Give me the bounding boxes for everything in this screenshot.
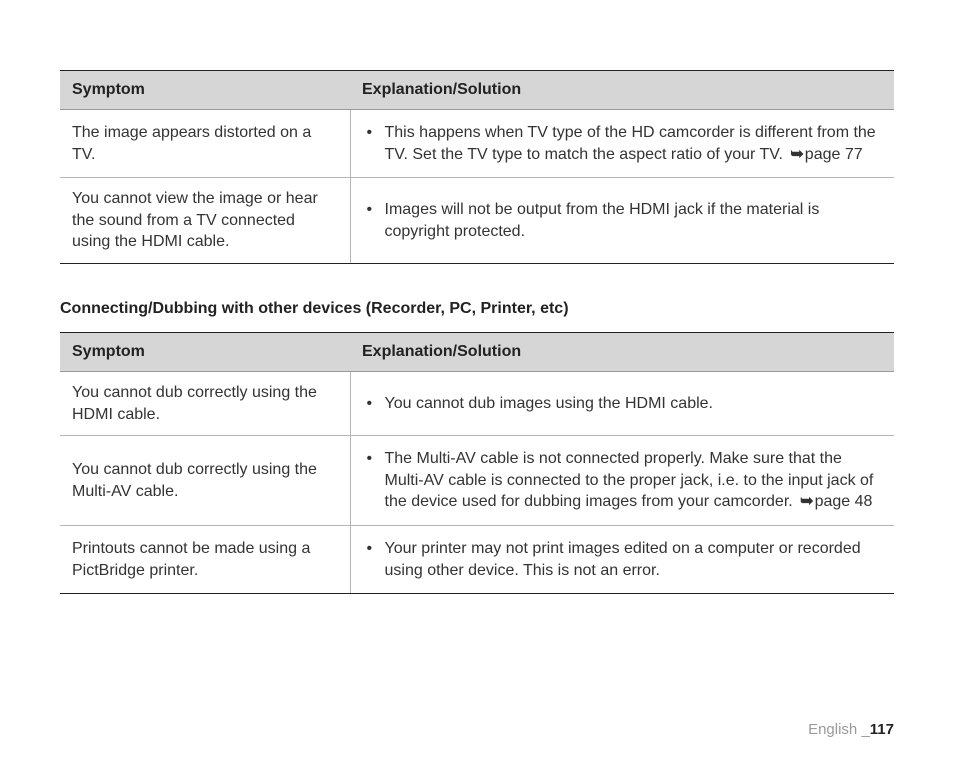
table-row: You cannot dub correctly using the Multi… [60,436,894,526]
table-row: The image appears distorted on a TV. Thi… [60,110,894,178]
col-header-symptom: Symptom [60,71,350,110]
manual-page: Symptom Explanation/Solution The image a… [0,0,954,766]
symptom-cell: You cannot view the image or hear the so… [60,178,350,264]
list-item: This happens when TV type of the HD camc… [367,122,883,165]
symptom-cell: Printouts cannot be made using a PictBri… [60,525,350,593]
col-header-symptom: Symptom [60,332,350,371]
bullet-text: You cannot dub images using the HDMI cab… [385,395,714,412]
page-footer: English _117 [808,721,894,738]
col-header-explanation: Explanation/Solution [350,332,894,371]
list-item: You cannot dub images using the HDMI cab… [367,393,883,415]
symptom-cell: You cannot dub correctly using the HDMI … [60,371,350,435]
symptom-cell: You cannot dub correctly using the Multi… [60,436,350,526]
bullet-text: Images will not be output from the HDMI … [385,201,820,240]
list-item: Images will not be output from the HDMI … [367,199,883,242]
explanation-cell: Images will not be output from the HDMI … [350,178,894,264]
explanation-cell: You cannot dub images using the HDMI cab… [350,371,894,435]
troubleshooting-table-2: Symptom Explanation/Solution You cannot … [60,332,894,594]
symptom-cell: The image appears distorted on a TV. [60,110,350,178]
footer-language: English [808,721,861,738]
page-ref: page 77 [805,146,863,163]
table-header-row: Symptom Explanation/Solution [60,71,894,110]
table-header-row: Symptom Explanation/Solution [60,332,894,371]
page-ref: page 48 [815,493,873,510]
troubleshooting-table-1: Symptom Explanation/Solution The image a… [60,70,894,264]
list-item: The Multi-AV cable is not connected prop… [367,448,883,513]
explanation-cell: The Multi-AV cable is not connected prop… [350,436,894,526]
list-item: Your printer may not print images edited… [367,538,883,581]
footer-separator: _ [861,721,869,738]
section-heading: Connecting/Dubbing with other devices (R… [60,300,894,318]
bullet-text: Your printer may not print images edited… [385,540,861,579]
table-row: Printouts cannot be made using a PictBri… [60,525,894,593]
page-ref-arrow-icon: ➥ [800,491,813,513]
col-header-explanation: Explanation/Solution [350,71,894,110]
explanation-cell: This happens when TV type of the HD camc… [350,110,894,178]
explanation-cell: Your printer may not print images edited… [350,525,894,593]
table-row: You cannot view the image or hear the so… [60,178,894,264]
footer-page-number: 117 [870,721,894,738]
table-row: You cannot dub correctly using the HDMI … [60,371,894,435]
page-ref-arrow-icon: ➥ [790,144,803,166]
